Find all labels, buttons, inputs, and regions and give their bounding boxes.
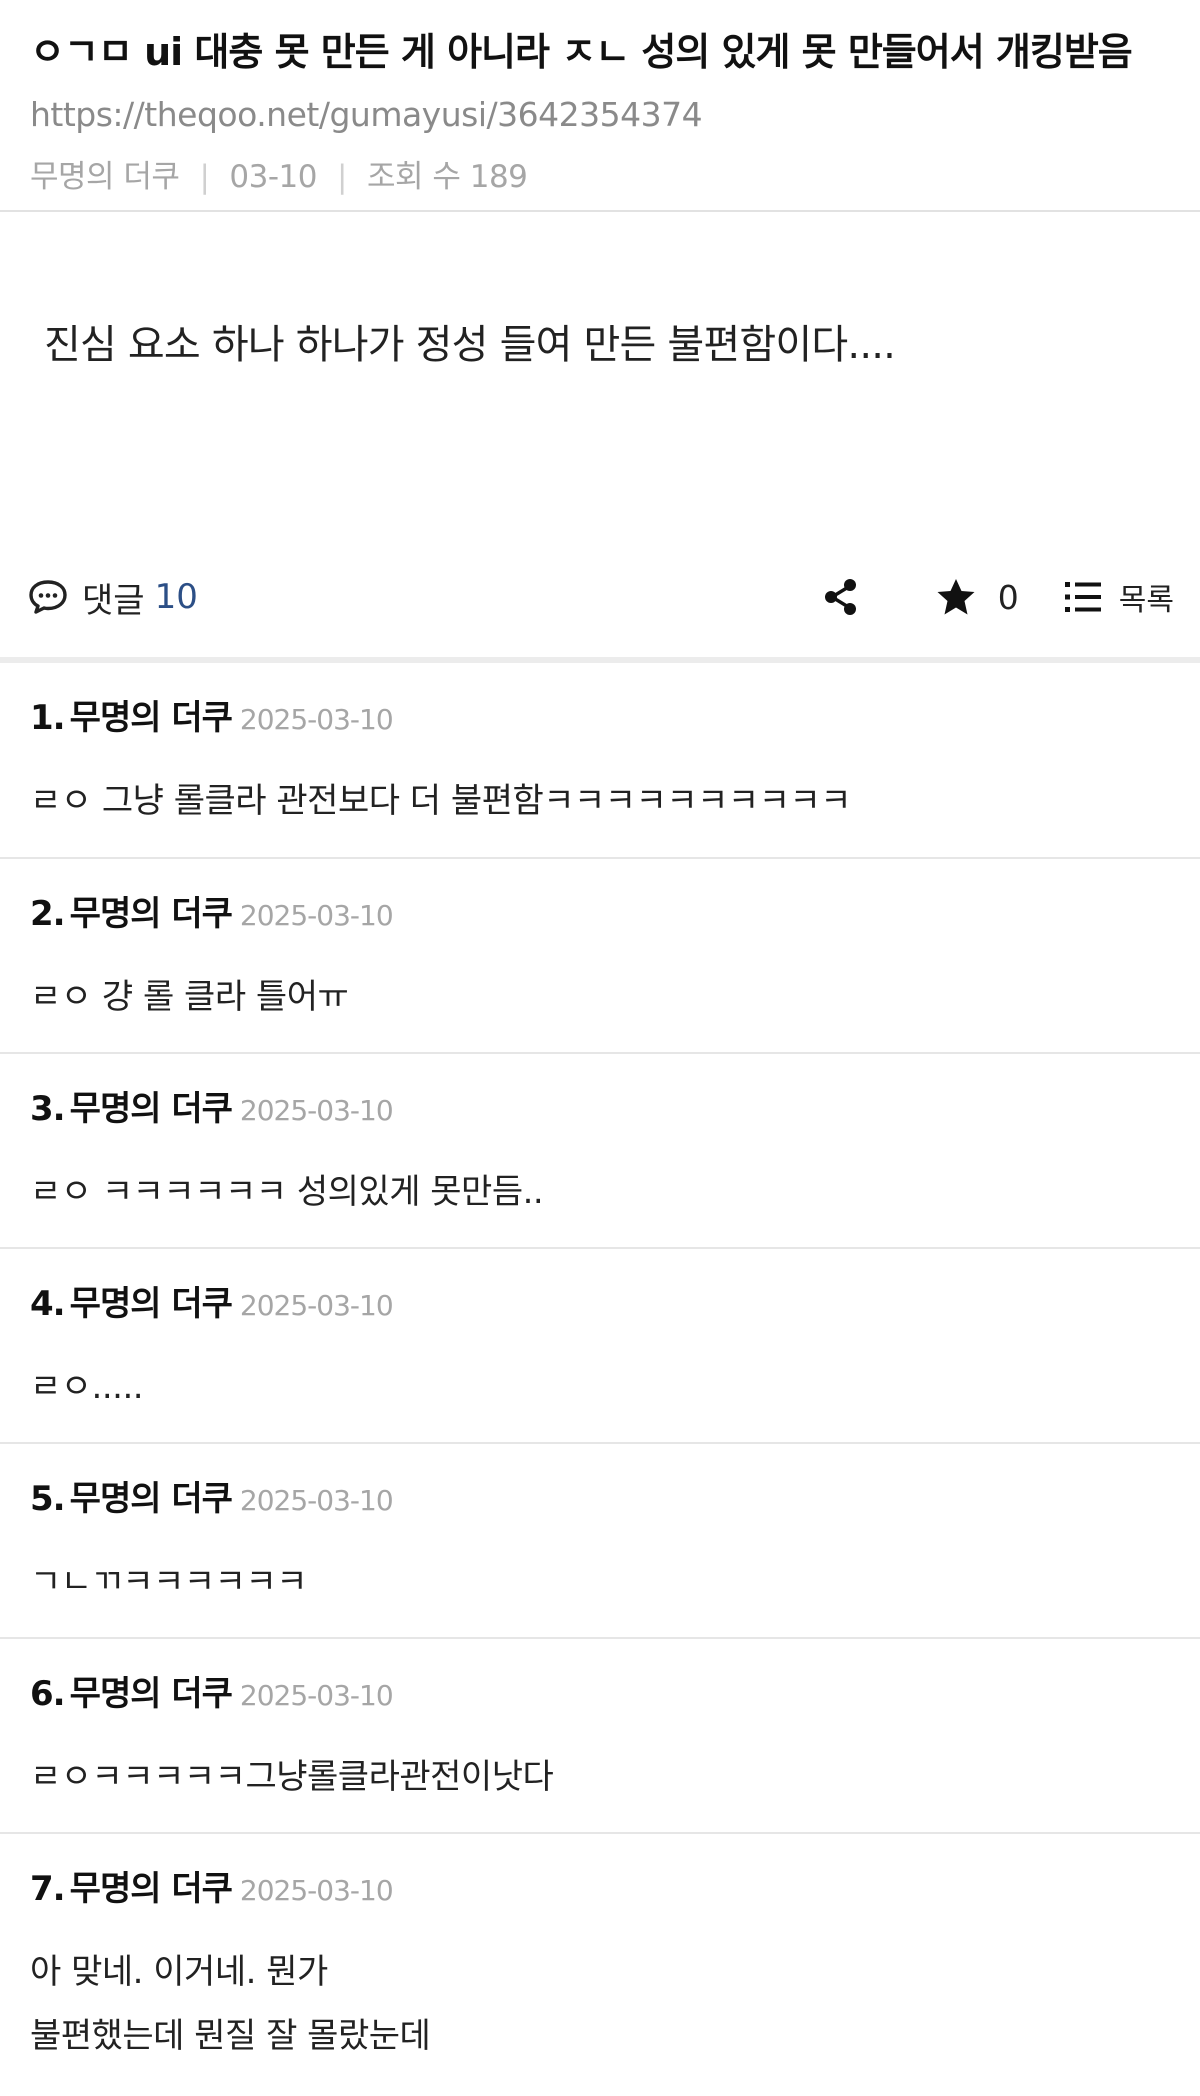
- post-url[interactable]: https://theqoo.net/gumayusi/3642354374: [30, 94, 1170, 136]
- comment-author: 무명의 더쿠: [69, 698, 233, 738]
- speech-bubble-icon: [28, 579, 68, 615]
- star-count: 0: [997, 577, 1019, 617]
- meta-divider: |: [199, 159, 210, 195]
- comment-author: 무명의 더쿠: [69, 1869, 233, 1909]
- post-views: 조회 수 189: [366, 159, 528, 195]
- post-date: 03-10: [229, 159, 318, 195]
- post-title: ㅇㄱㅁ ui 대충 못 만든 게 아니라 ㅈㄴ 성의 있게 못 만들어서 개킹받…: [30, 30, 1133, 74]
- comment-count-number: 10: [154, 577, 198, 617]
- comment-text: 아 맞네. 이거네. 뭔가: [30, 1952, 328, 1992]
- comment-date: 2025-03-10: [239, 1289, 394, 1322]
- comment-header: 4. 무명의 더쿠 2025-03-10: [30, 1279, 1170, 1335]
- comment-date: 2025-03-10: [239, 1679, 394, 1712]
- comment-number: 6.: [30, 1674, 66, 1714]
- comment-number: 3.: [30, 1089, 66, 1129]
- meta-divider: |: [337, 159, 347, 195]
- comment-item: 2. 무명의 더쿠 2025-03-10 ㄹㅇ 걍 롤 클라 틀어ㅠ: [0, 859, 1200, 1054]
- post-author: 무명의 더쿠: [30, 159, 180, 195]
- list-button[interactable]: 목록: [1064, 575, 1174, 619]
- comment-author: 무명의 더쿠: [69, 1284, 233, 1324]
- post-action-bar: 댓글 10 0 목록: [0, 537, 1200, 663]
- comment-item: 7. 무명의 더쿠 2025-03-10 아 맞네. 이거네. 뭔가 불편했는데 …: [0, 1834, 1200, 2096]
- list-label: 목록: [1118, 583, 1174, 618]
- post-meta: 무명의 더쿠 | 03-10 | 조회 수 189: [30, 156, 1170, 198]
- comment-date: 2025-03-10: [239, 899, 394, 932]
- comment-header: 1. 무명의 더쿠 2025-03-10: [30, 693, 1170, 749]
- comment-header: 5. 무명의 더쿠 2025-03-10: [30, 1474, 1170, 1530]
- comment-item: 6. 무명의 더쿠 2025-03-10 ㄹㅇㅋㅋㅋㅋㅋ그냥롤클라관전이낫다: [0, 1639, 1200, 1834]
- post-body: 진심 요소 하나 하나가 정성 들여 만든 불편함이다....: [0, 212, 1200, 537]
- comment-author: 무명의 더쿠: [69, 1479, 233, 1519]
- comment-author: 무명의 더쿠: [69, 1674, 233, 1714]
- comment-count-button[interactable]: 댓글 10: [28, 573, 198, 622]
- comment-text: ㄹㅇㅋㅋㅋㅋㅋ그냥롤클라관전이낫다: [30, 1757, 554, 1797]
- post-header: ㅇㄱㅁ ui 대충 못 만든 게 아니라 ㅈㄴ 성의 있게 못 만들어서 개킹받…: [0, 0, 1200, 212]
- comment-header: 7. 무명의 더쿠 2025-03-10: [30, 1864, 1170, 1920]
- star-icon: [937, 579, 975, 615]
- comment-text: 불편했는데 뭔질 잘 몰랐눈데: [30, 2016, 431, 2056]
- share-icon: [824, 578, 858, 616]
- star-button[interactable]: 0: [936, 578, 1019, 617]
- comment-author: 무명의 더쿠: [69, 894, 233, 934]
- comment-list: 1. 무명의 더쿠 2025-03-10 ㄹㅇ 그냥 롤클라 관전보다 더 불편함…: [0, 663, 1200, 2096]
- share-button[interactable]: [824, 578, 858, 616]
- comment-text: ㄹㅇ ㅋㅋㅋㅋㅋㅋ 성의있게 못만듬..: [30, 1172, 544, 1212]
- comment-header: 2. 무명의 더쿠 2025-03-10: [30, 889, 1170, 945]
- action-buttons: 0 목록: [824, 537, 1174, 657]
- comment-number: 4.: [30, 1284, 66, 1324]
- comment-item: 5. 무명의 더쿠 2025-03-10 ㄱㄴㄲㅋㅋㅋㅋㅋㅋ: [0, 1444, 1200, 1639]
- comment-date: 2025-03-10: [239, 1094, 394, 1127]
- comment-author: 무명의 더쿠: [69, 1089, 233, 1129]
- comment-item: 3. 무명의 더쿠 2025-03-10 ㄹㅇ ㅋㅋㅋㅋㅋㅋ 성의있게 못만듬..: [0, 1054, 1200, 1249]
- comment-header: 6. 무명의 더쿠 2025-03-10: [30, 1669, 1170, 1725]
- post-body-text: 진심 요소 하나 하나가 정성 들여 만든 불편함이다....: [44, 322, 896, 368]
- comment-text: ㄹㅇ 그냥 롤클라 관전보다 더 불편함ㅋㅋㅋㅋㅋㅋㅋㅋㅋㅋ: [30, 781, 852, 821]
- comment-number: 7.: [30, 1869, 66, 1909]
- comment-item: 4. 무명의 더쿠 2025-03-10 ㄹㅇ.....: [0, 1249, 1200, 1444]
- comment-date: 2025-03-10: [239, 703, 394, 736]
- comment-text: ㄱㄴㄲㅋㅋㅋㅋㅋㅋ: [30, 1562, 308, 1602]
- comment-label: 댓글: [82, 580, 145, 621]
- comment-number: 5.: [30, 1479, 66, 1519]
- list-icon: [1064, 582, 1101, 612]
- comment-number: 2.: [30, 894, 66, 934]
- comment-date: 2025-03-10: [239, 1484, 394, 1517]
- comment-header: 3. 무명의 더쿠 2025-03-10: [30, 1084, 1170, 1140]
- comment-item: 1. 무명의 더쿠 2025-03-10 ㄹㅇ 그냥 롤클라 관전보다 더 불편함…: [0, 663, 1200, 859]
- comment-number: 1.: [30, 698, 66, 738]
- comment-text: ㄹㅇ.....: [30, 1367, 144, 1407]
- comment-date: 2025-03-10: [239, 1874, 394, 1907]
- comment-text: ㄹㅇ 걍 롤 클라 틀어ㅠ: [30, 977, 349, 1017]
